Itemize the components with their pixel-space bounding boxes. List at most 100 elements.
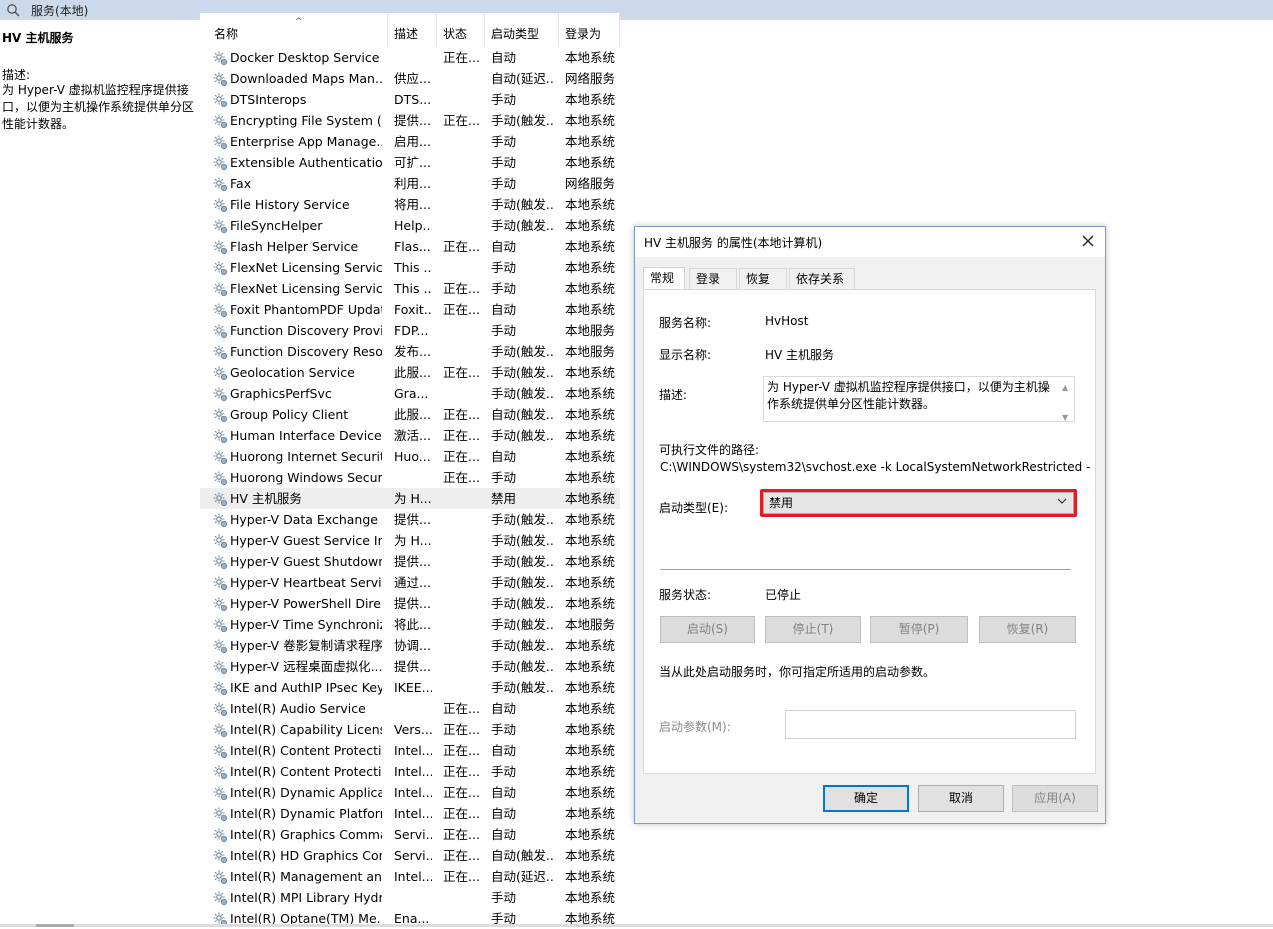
- service-row[interactable]: FlexNet Licensing Service This ... 手动 本地系统: [200, 257, 620, 278]
- cancel-button[interactable]: 取消: [918, 785, 1004, 812]
- service-gear-icon: [212, 197, 228, 213]
- service-logon-cell: 本地系统: [565, 869, 616, 884]
- service-name-cell: Geolocation Service: [230, 365, 355, 380]
- service-row[interactable]: Foxit PhantomPDF Updat... Foxit... 正在... 自动…: [200, 299, 620, 320]
- service-logon-cell: 本地系统: [565, 533, 616, 548]
- tab-logon[interactable]: 登录: [689, 268, 737, 289]
- service-logon-cell: 本地系统: [565, 890, 616, 905]
- start-button[interactable]: 启动(S): [660, 616, 755, 643]
- service-row[interactable]: Intel(R) MPI Library Hydr... 手动 本地系统: [200, 887, 620, 908]
- service-row[interactable]: Downloaded Maps Man... 供应... 自动(延迟... 网络服务: [200, 68, 620, 89]
- column-header-logon[interactable]: 登录为: [559, 13, 620, 47]
- service-row[interactable]: Intel(R) HD Graphics Con... Servi... 正在...…: [200, 845, 620, 866]
- service-row[interactable]: FileSyncHelper Help... 手动(触发... 本地系统: [200, 215, 620, 236]
- service-desc-cell: Foxit...: [394, 302, 432, 317]
- service-row[interactable]: Fax 利用... 手动 网络服务: [200, 173, 620, 194]
- service-state-cell: [443, 173, 479, 194]
- service-desc-cell: IKEE...: [394, 680, 432, 695]
- service-name-cell: Extensible Authentication...: [230, 155, 382, 170]
- service-row[interactable]: Geolocation Service 此服... 正在... 手动(触发... 本地系…: [200, 362, 620, 383]
- service-row[interactable]: IKE and AuthIP IPsec Key... IKEE... 手动(触发.…: [200, 677, 620, 698]
- service-desc-cell: 将此...: [394, 617, 431, 632]
- resume-button[interactable]: 恢复(R): [979, 616, 1076, 643]
- service-row[interactable]: Huorong Internet Securit... Huo... 正在... 自动…: [200, 446, 620, 467]
- service-row[interactable]: Group Policy Client 此服... 正在... 自动(触发... 本地系…: [200, 404, 620, 425]
- service-logon-cell: 本地系统: [565, 596, 616, 611]
- service-row[interactable]: HV 主机服务 为 H... 禁用 本地系统: [200, 488, 620, 509]
- service-row[interactable]: Intel(R) Content Protectio... Intel... 正在.…: [200, 740, 620, 761]
- service-state-cell: 正在...: [443, 449, 479, 464]
- service-row[interactable]: FlexNet Licensing Service... This ... 正在..…: [200, 278, 620, 299]
- service-row[interactable]: Enterprise App Manage... 启用... 手动 本地系统: [200, 131, 620, 152]
- service-row[interactable]: Intel(R) Dynamic Applicat... Intel... 正在..…: [200, 782, 620, 803]
- service-state-cell: 正在...: [443, 470, 479, 485]
- service-desc-cell: 此服...: [394, 407, 431, 422]
- service-logon-cell: 本地系统: [565, 575, 616, 590]
- service-row[interactable]: Intel(R) Content Protectio... Intel... 正在.…: [200, 761, 620, 782]
- close-icon[interactable]: [1079, 232, 1097, 250]
- service-row[interactable]: Intel(R) Audio Service 正在... 自动 本地系统: [200, 698, 620, 719]
- service-row[interactable]: Function Discovery Provi... FDP... 手动 本地服务: [200, 320, 620, 341]
- column-header-startup-type[interactable]: 启动类型: [485, 13, 559, 47]
- tab-recovery[interactable]: 恢复: [739, 268, 787, 289]
- service-logon-cell: 本地系统: [565, 491, 616, 506]
- service-name-cell: Foxit PhantomPDF Updat...: [230, 302, 382, 317]
- service-state-cell: [443, 593, 479, 614]
- service-logon-cell: 本地系统: [565, 155, 616, 170]
- dialog-titlebar[interactable]: HV 主机服务 的属性(本地计算机): [635, 227, 1105, 257]
- top-bar: 服务(本地): [0, 0, 1273, 20]
- service-row[interactable]: Extensible Authentication... 可扩... 手动 本地系统: [200, 152, 620, 173]
- description-textbox[interactable]: 为 Hyper-V 虚拟机监控程序提供接口，以便为主机操作系统提供单分区性能计数…: [763, 376, 1075, 422]
- pause-button[interactable]: 暂停(P): [870, 616, 968, 643]
- start-params-label: 启动参数(M):: [659, 720, 731, 734]
- service-row[interactable]: Function Discovery Reso... 发布... 手动(触发... 本…: [200, 341, 620, 362]
- column-header-state[interactable]: 状态: [437, 13, 485, 47]
- service-startup-cell: 手动(触发...: [491, 344, 555, 359]
- service-name-cell: GraphicsPerfSvc: [230, 386, 332, 401]
- scroll-down-icon[interactable]: ▼: [1062, 409, 1068, 426]
- service-desc-cell: Help...: [394, 218, 432, 233]
- service-state-cell: 正在...: [443, 302, 479, 317]
- service-name-label: 服务名称:: [659, 316, 712, 330]
- service-state-cell: [443, 635, 479, 656]
- tab-dependencies[interactable]: 依存关系: [789, 268, 855, 289]
- service-row[interactable]: Encrypting File System (E... 提供... 正在... 手动…: [200, 110, 620, 131]
- service-row[interactable]: Hyper-V 远程桌面虚拟化... 提供... 手动(触发... 本地系统: [200, 656, 620, 677]
- service-row[interactable]: Hyper-V Data Exchange ... 提供... 手动(触发... 本地…: [200, 509, 620, 530]
- service-row[interactable]: Human Interface Device ... 激活... 正在... 手动(触…: [200, 425, 620, 446]
- service-row[interactable]: File History Service 将用... 手动(触发... 本地系统: [200, 194, 620, 215]
- service-row[interactable]: Intel(R) Graphics Comma... Servi... 正在... 自…: [200, 824, 620, 845]
- service-name-cell: Hyper-V 卷影复制请求程序: [230, 638, 382, 653]
- service-row[interactable]: Intel(R) Dynamic Platform... Intel... 正在..…: [200, 803, 620, 824]
- service-state-cell: [443, 68, 479, 89]
- scroll-up-icon[interactable]: ▲: [1062, 379, 1068, 396]
- description-scrollbar[interactable]: ▲ ▼: [1058, 377, 1074, 422]
- column-header-description[interactable]: 描述: [388, 13, 437, 47]
- service-row[interactable]: Intel(R) Management an... Intel... 正在... 自动…: [200, 866, 620, 887]
- service-row[interactable]: Flash Helper Service Flas... 正在... 自动 本地系统: [200, 236, 620, 257]
- service-logon-cell: 本地系统: [565, 827, 616, 842]
- service-row[interactable]: Docker Desktop Service 正在... 自动 本地系统: [200, 47, 620, 68]
- service-state-cell: 正在...: [443, 701, 479, 716]
- service-row[interactable]: Hyper-V PowerShell Dire... 提供... 手动(触发... 本…: [200, 593, 620, 614]
- service-row[interactable]: DTSInterops DTS... 手动 本地系统: [200, 89, 620, 110]
- service-row[interactable]: Huorong Windows Secur... 正在... 手动 本地系统: [200, 467, 620, 488]
- service-row[interactable]: Hyper-V Guest Shutdown... 提供... 手动(触发... 本地…: [200, 551, 620, 572]
- service-logon-cell: 本地系统: [565, 785, 616, 800]
- start-params-input[interactable]: [785, 710, 1076, 739]
- tab-general[interactable]: 常规: [643, 267, 685, 290]
- service-row[interactable]: Hyper-V Time Synchroniz... 将此... 手动(触发... 本…: [200, 614, 620, 635]
- service-row[interactable]: Hyper-V Heartbeat Service 通过... 手动(触发... 本地…: [200, 572, 620, 593]
- service-desc-cell: 启用...: [394, 134, 431, 149]
- apply-button[interactable]: 应用(A): [1012, 785, 1098, 812]
- service-row[interactable]: Hyper-V Guest Service In... 为 H... 手动(触发..…: [200, 530, 620, 551]
- service-name-cell: Intel(R) Dynamic Platform...: [230, 806, 382, 821]
- service-gear-icon: [212, 785, 228, 801]
- service-desc-cell: 提供...: [394, 554, 431, 569]
- service-row[interactable]: Hyper-V 卷影复制请求程序 协调... 手动(触发... 本地系统: [200, 635, 620, 656]
- service-row[interactable]: Intel(R) Capability Licensi... Vers... 正在.…: [200, 719, 620, 740]
- stop-button[interactable]: 停止(T): [765, 616, 861, 643]
- service-gear-icon: [212, 281, 228, 297]
- ok-button[interactable]: 确定: [823, 785, 909, 812]
- service-row[interactable]: GraphicsPerfSvc Gra... 手动(触发... 本地系统: [200, 383, 620, 404]
